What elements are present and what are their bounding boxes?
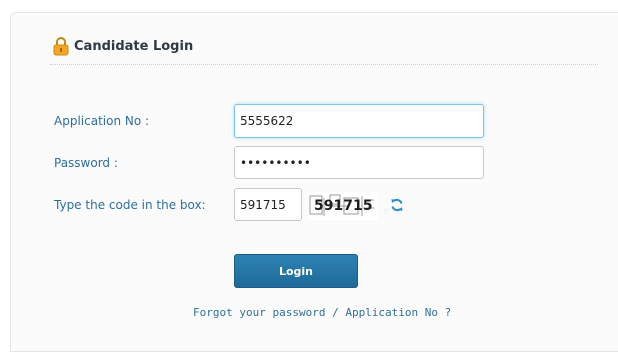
- divider: [50, 64, 598, 65]
- captcha-label: Type the code in the box:: [54, 198, 206, 212]
- application-no-label: Application No :: [54, 114, 150, 128]
- panel-title: Candidate Login: [74, 39, 194, 54]
- password-input[interactable]: [234, 146, 484, 179]
- lock-icon: [53, 37, 69, 56]
- refresh-icon[interactable]: [390, 198, 404, 212]
- application-no-input[interactable]: [234, 104, 484, 138]
- forgot-password-link[interactable]: Forgot your password / Application No ?: [193, 306, 451, 319]
- captcha-input[interactable]: [234, 188, 302, 221]
- login-panel: [10, 12, 618, 352]
- login-button[interactable]: Login: [234, 254, 358, 288]
- captcha-code: 591715: [314, 198, 373, 214]
- password-label: Password :: [54, 156, 118, 170]
